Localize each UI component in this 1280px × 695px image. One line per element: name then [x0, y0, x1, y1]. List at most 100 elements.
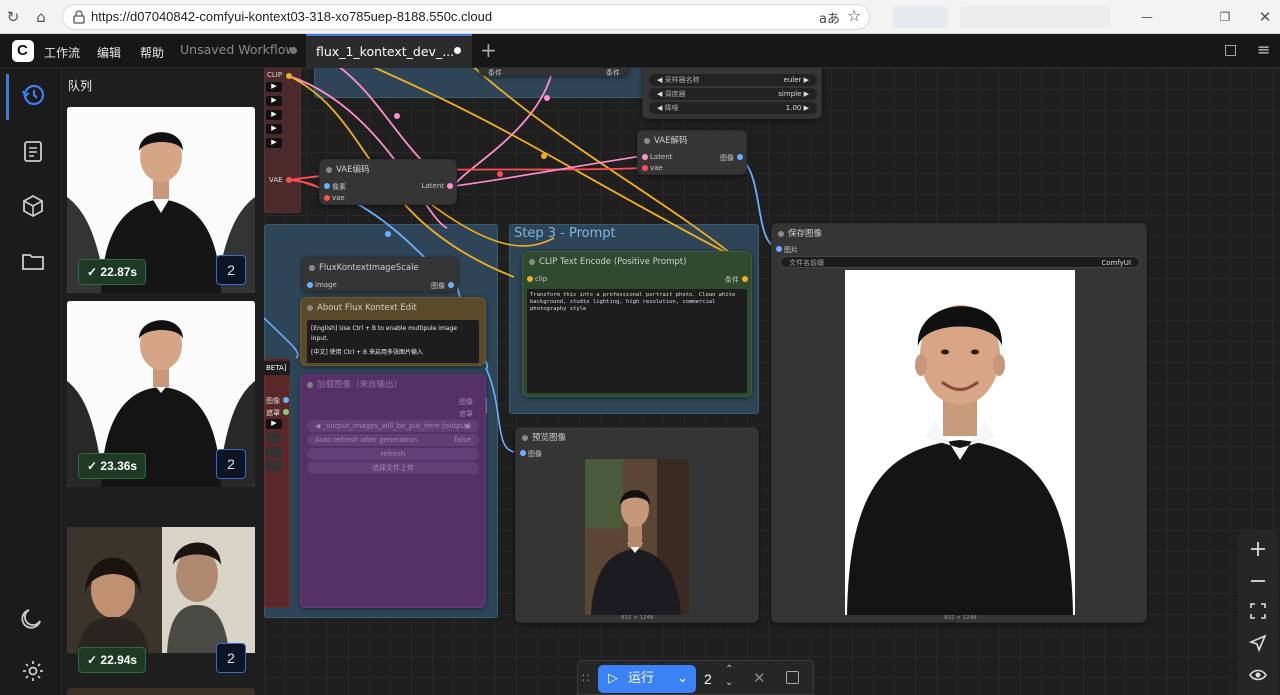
- output-dot[interactable]: [283, 409, 289, 415]
- unsaved-dot-icon: [290, 47, 297, 54]
- menu-help[interactable]: 帮助: [140, 44, 164, 61]
- port-label: clip: [535, 275, 548, 283]
- node-vae-decode[interactable]: VAE解码 Latent vae 图像: [637, 130, 747, 175]
- run-button[interactable]: ▷ 运行 ⌄: [598, 665, 696, 693]
- settings-gear-icon[interactable]: [20, 658, 46, 684]
- output-dot[interactable]: [448, 282, 454, 288]
- output-count-badge[interactable]: 2: [216, 449, 246, 479]
- node-preview-image[interactable]: 预览图像 图像 832 × 1248: [515, 427, 759, 623]
- output-dot[interactable]: [447, 183, 453, 189]
- home-icon[interactable]: ⌂: [30, 6, 52, 28]
- input-dot[interactable]: [520, 450, 526, 456]
- hamburger-menu-icon[interactable]: ≡: [1257, 40, 1270, 59]
- decrement-icon[interactable]: ⌄: [725, 677, 733, 688]
- history-icon[interactable]: [20, 82, 46, 108]
- clip-output-dot[interactable]: [286, 73, 292, 79]
- input-dot[interactable]: [307, 282, 313, 288]
- close-window-icon[interactable]: ✕: [1254, 6, 1276, 28]
- queue-item[interactable]: ✓ 23.36s 2: [67, 301, 255, 487]
- comfy-logo-icon[interactable]: C: [12, 40, 34, 62]
- navigate-icon[interactable]: [1248, 633, 1268, 653]
- read-aloud-icon[interactable]: aあ: [819, 8, 840, 27]
- play-toggle-icon[interactable]: ▶: [266, 96, 282, 106]
- graph-canvas[interactable]: Step 3 - Prompt ◀ 采样器名称 euler ▶ ◀ 调度器 si…: [264, 68, 1280, 695]
- queue-item[interactable]: [67, 688, 255, 695]
- scheduler-widget[interactable]: ◀ 调度器 simple ▶: [649, 88, 817, 100]
- widget-button[interactable]: [266, 461, 282, 471]
- queue-item[interactable]: ✓ 22.94s 2: [67, 495, 255, 681]
- cancel-icon[interactable]: ✕: [753, 669, 766, 687]
- menu-edit[interactable]: 编辑: [97, 44, 121, 61]
- tab-unsaved-workflow[interactable]: Unsaved Workflow: [170, 34, 304, 68]
- node-flux-guidance[interactable]: 条件 条件: [479, 68, 629, 77]
- port-label: vae: [332, 194, 345, 202]
- address-bar[interactable]: https://d07040842-comfyui-kontext03-318-…: [62, 4, 870, 30]
- prompt-textarea[interactable]: Transform this into a professional portr…: [527, 289, 747, 393]
- input-dot[interactable]: [324, 183, 330, 189]
- menu-workflow[interactable]: 工作流: [44, 44, 80, 61]
- image-dimensions: 832 × 1248: [621, 615, 654, 621]
- zoom-out-icon[interactable]: [1248, 571, 1268, 591]
- auto-refresh-widget[interactable]: Auto refresh after generation false: [307, 434, 479, 446]
- port-label: 条件: [606, 69, 620, 77]
- play-toggle-icon[interactable]: ▶: [266, 419, 282, 429]
- play-toggle-icon[interactable]: ▶: [266, 110, 282, 120]
- sampler-name-widget[interactable]: ◀ 采样器名称 euler ▶: [649, 74, 817, 86]
- drag-handle-icon[interactable]: ∷: [582, 671, 590, 685]
- chevron-down-icon[interactable]: ⌄: [677, 665, 688, 693]
- refresh-button[interactable]: refresh: [307, 448, 479, 460]
- workflows-folder-icon[interactable]: [20, 248, 46, 274]
- node-save-image[interactable]: 保存图像 图片 文件名前缀 ComfyUI 832 × 1248: [771, 223, 1147, 623]
- url-text[interactable]: https://d07040842-comfyui-kontext03-318-…: [91, 9, 492, 24]
- tab-flux-kontext[interactable]: flux_1_kontext_dev_...: [306, 34, 472, 68]
- increment-icon[interactable]: ⌃: [725, 664, 733, 675]
- play-toggle-icon[interactable]: ▶: [266, 138, 282, 148]
- eye-icon[interactable]: [1248, 665, 1268, 685]
- restore-icon[interactable]: ❐: [1214, 6, 1236, 28]
- filename-prefix-widget[interactable]: 文件名前缀 ComfyUI: [780, 256, 1140, 268]
- node-load-image-output[interactable]: 加载图像（来自输出） 图像 遮罩 ◀ _output_images_will_b…: [300, 374, 486, 608]
- node-vae-encode[interactable]: VAE编码 像素 vae Latent: [319, 159, 457, 205]
- output-dot[interactable]: [742, 276, 748, 282]
- new-tab-icon[interactable]: +: [480, 38, 497, 62]
- input-dot[interactable]: [642, 154, 648, 160]
- stop-icon[interactable]: [786, 671, 799, 684]
- toggle-switch[interactable]: [266, 433, 282, 443]
- port-label: 图像: [459, 398, 473, 406]
- star-icon[interactable]: ☆: [847, 6, 861, 25]
- node-clip-text-encode[interactable]: CLIP Text Encode (Positive Prompt) clip …: [522, 251, 752, 397]
- reload-icon[interactable]: ↻: [2, 6, 24, 28]
- input-dot[interactable]: [642, 165, 648, 171]
- node-flux-kontext-image-scale[interactable]: FluxKontextImageScale image 图像: [302, 257, 458, 292]
- play-toggle-icon[interactable]: ▶: [266, 82, 282, 92]
- input-dot[interactable]: [324, 195, 330, 201]
- minimize-icon[interactable]: —: [1136, 6, 1158, 28]
- note-textarea[interactable]: [English] Use Ctrl + B to enable multipu…: [307, 320, 479, 363]
- node-library-icon[interactable]: [20, 138, 46, 164]
- input-dot[interactable]: [527, 276, 533, 282]
- upload-button[interactable]: 选择文件上传: [307, 462, 479, 474]
- input-dot[interactable]: [776, 246, 782, 252]
- queue-item[interactable]: ✓ 22.87s 2: [67, 107, 255, 293]
- panel-toggle-icon[interactable]: □: [1224, 42, 1237, 58]
- image-file-widget[interactable]: ◀ _output_images_will_be_put_here [outpu…: [307, 420, 479, 432]
- denoise-widget[interactable]: ◀ 降噪 1.00 ▶: [649, 102, 817, 114]
- batch-count-input[interactable]: 2: [704, 671, 712, 687]
- node-ksampler[interactable]: ◀ 采样器名称 euler ▶ ◀ 调度器 simple ▶ ◀ 降噪 1.00 ▶: [642, 68, 822, 119]
- theme-moon-icon[interactable]: [20, 604, 46, 630]
- output-dot[interactable]: [737, 154, 743, 160]
- site-info-icon[interactable]: [71, 9, 87, 25]
- output-dot[interactable]: [283, 397, 289, 403]
- output-count-badge[interactable]: 2: [216, 255, 246, 285]
- zoom-in-icon[interactable]: [1248, 539, 1268, 559]
- fit-view-icon[interactable]: [1248, 601, 1268, 621]
- node-about-note[interactable]: About Flux Kontext Edit [English] Use Ct…: [300, 297, 486, 366]
- model-library-icon[interactable]: [20, 193, 46, 219]
- node-title: 保存图像: [772, 224, 1146, 244]
- port-label: 遮罩: [266, 409, 280, 417]
- output-count-badge[interactable]: 2: [216, 643, 246, 673]
- widget-button[interactable]: [266, 447, 282, 457]
- vae-output-dot[interactable]: [286, 177, 292, 183]
- preview-image: [585, 459, 689, 615]
- play-toggle-icon[interactable]: ▶: [266, 124, 282, 134]
